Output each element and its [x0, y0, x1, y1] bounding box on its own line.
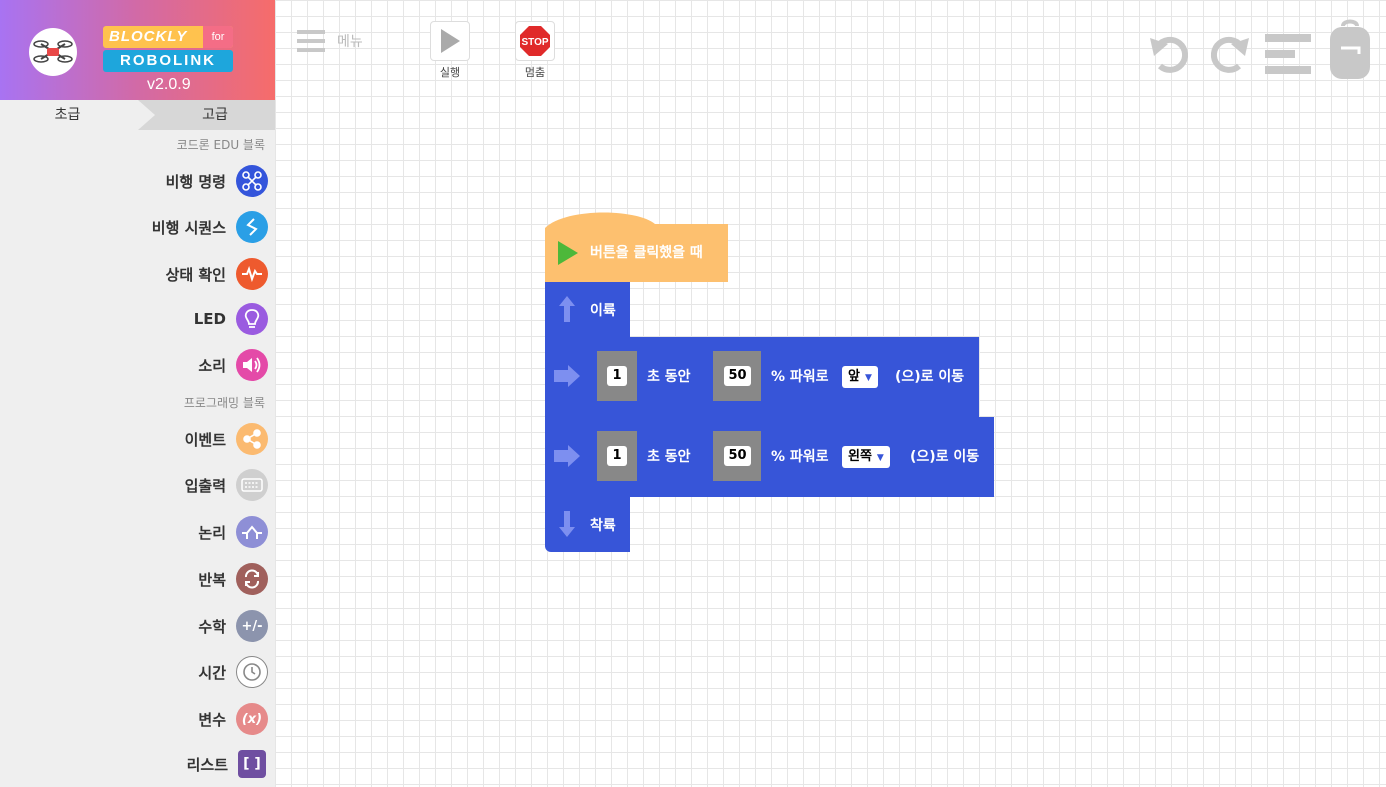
category-label: 시간	[198, 663, 226, 682]
category-logic[interactable]: 논리	[0, 514, 268, 550]
redo-button[interactable]	[1207, 30, 1251, 80]
logo-for-text: for	[203, 26, 233, 48]
backpack-icon	[1330, 19, 1370, 79]
category-label: 수학	[198, 617, 226, 636]
direction-dropdown[interactable]: 앞 ▼	[842, 366, 878, 388]
direction-dropdown[interactable]: 왼쪽 ▼	[842, 446, 890, 468]
pulse-icon	[236, 258, 268, 290]
seconds-label: 초 동안	[647, 449, 691, 465]
takeoff-label: 이륙	[590, 303, 616, 319]
direction-value: 앞	[848, 369, 860, 384]
category-led[interactable]: LED	[0, 301, 268, 337]
move-suffix: (으)로 이동	[910, 449, 980, 465]
drone-avatar	[29, 28, 77, 76]
category-math[interactable]: 수학 +/-	[0, 608, 268, 644]
undo-button[interactable]	[1148, 30, 1192, 80]
run-label: 실행	[439, 66, 461, 79]
sidebar: BLOCKLY for ROBOLINK v2.0.9 고급 초급 코드론 EDU…	[0, 0, 275, 787]
section-programming-blocks: 프로그래밍 블록	[183, 396, 265, 410]
blockly-robolink-logo: BLOCKLY for ROBOLINK	[103, 26, 233, 72]
version-label: v2.0.9	[147, 76, 191, 93]
clock-icon	[236, 656, 268, 688]
logo-robolink-text: ROBOLINK	[103, 50, 233, 72]
category-time[interactable]: 시간	[0, 654, 268, 690]
redo-icon	[1210, 36, 1249, 73]
loop-icon	[236, 563, 268, 595]
math-icon: +/-	[236, 610, 268, 642]
category-label: 논리	[198, 523, 226, 542]
stop-sign-text: STOP	[521, 37, 548, 48]
arrow-up-icon	[559, 296, 575, 322]
backpack-button[interactable]	[1329, 18, 1371, 84]
category-flight-command[interactable]: 비행 명령	[0, 163, 268, 199]
category-label: 반복	[198, 570, 226, 589]
hamburger-icon	[297, 30, 325, 52]
category-status-check[interactable]: 상태 확인	[0, 256, 268, 292]
dropdown-arrow-icon: ▼	[864, 373, 872, 383]
move-suffix: (으)로 이동	[895, 369, 965, 385]
sequence-icon	[236, 211, 268, 243]
drone-icon	[236, 165, 268, 197]
move-block-forward[interactable]: 1 초 동안 50 % 파워로 앞 ▼ (으)로 이동	[545, 337, 979, 417]
power-input[interactable]: 50	[724, 446, 751, 466]
share-icon	[236, 423, 268, 455]
category-label: 리스트	[186, 755, 228, 774]
category-flight-sequence[interactable]: 비행 시퀀스	[0, 209, 268, 245]
seconds-label: 초 동안	[647, 369, 691, 385]
category-label: LED	[193, 310, 226, 328]
category-loop[interactable]: 반복	[0, 561, 268, 597]
category-label: 소리	[198, 356, 226, 375]
variable-icon: (x)	[236, 703, 268, 735]
seconds-input[interactable]: 1	[607, 366, 627, 386]
speaker-icon	[236, 349, 268, 381]
move-block-left[interactable]: 1 초 동안 50 % 파워로 왼쪽 ▼ (으)로 이동	[545, 417, 994, 497]
arrow-down-icon	[559, 511, 575, 537]
keyboard-icon	[236, 469, 268, 501]
menu-label: 메뉴	[337, 34, 363, 50]
logo-blockly-text: BLOCKLY	[109, 28, 188, 45]
section-codrone-blocks: 코드론 EDU 블록	[176, 138, 265, 152]
logic-icon	[236, 516, 268, 548]
undo-icon	[1150, 36, 1189, 73]
arrow-right-icon	[554, 445, 580, 467]
dropdown-arrow-icon: ▼	[876, 453, 884, 463]
green-flag-play-icon	[558, 241, 578, 265]
event-block-label: 버튼을 클릭했을 때	[590, 245, 703, 261]
arrow-right-icon	[554, 365, 580, 387]
takeoff-block[interactable]: 이륙	[545, 282, 630, 337]
land-label: 착륙	[590, 518, 616, 534]
list-icon: [ ]	[238, 750, 266, 778]
stop-sign-icon: STOP	[520, 26, 550, 56]
category-sound[interactable]: 소리	[0, 347, 268, 383]
menu-button[interactable]: 메뉴	[297, 28, 363, 54]
direction-value: 왼쪽	[848, 449, 872, 464]
category-label: 입출력	[184, 476, 226, 495]
power-label: % 파워로	[771, 369, 829, 385]
category-label: 비행 시퀀스	[151, 218, 226, 237]
category-label: 상태 확인	[165, 265, 226, 284]
category-label: 이벤트	[184, 430, 226, 449]
stop-button[interactable]: STOP 멈춤	[515, 21, 555, 80]
stop-label: 멈춤	[524, 66, 546, 79]
category-variable[interactable]: 변수 (x)	[0, 701, 268, 737]
list-lines-icon	[1265, 34, 1311, 74]
run-button[interactable]: 실행	[430, 21, 470, 80]
tab-basic[interactable]: 초급	[0, 100, 155, 130]
brand-header: BLOCKLY for ROBOLINK v2.0.9	[0, 0, 275, 100]
level-tabs: 고급 초급	[0, 100, 275, 130]
list-view-button[interactable]	[1265, 34, 1311, 78]
seconds-input[interactable]: 1	[607, 446, 627, 466]
event-block-on-click[interactable]: 버튼을 클릭했을 때	[545, 212, 728, 282]
tab-advanced[interactable]: 고급	[138, 100, 275, 130]
category-label: 변수	[198, 710, 226, 729]
bulb-icon	[236, 303, 268, 335]
land-block[interactable]: 착륙	[545, 497, 630, 552]
category-event[interactable]: 이벤트	[0, 421, 268, 457]
category-list[interactable]: 리스트 [ ]	[0, 746, 268, 782]
power-label: % 파워로	[771, 449, 829, 465]
power-input[interactable]: 50	[724, 366, 751, 386]
play-icon	[441, 29, 460, 53]
category-label: 비행 명령	[165, 172, 226, 191]
category-io[interactable]: 입출력	[0, 467, 268, 503]
